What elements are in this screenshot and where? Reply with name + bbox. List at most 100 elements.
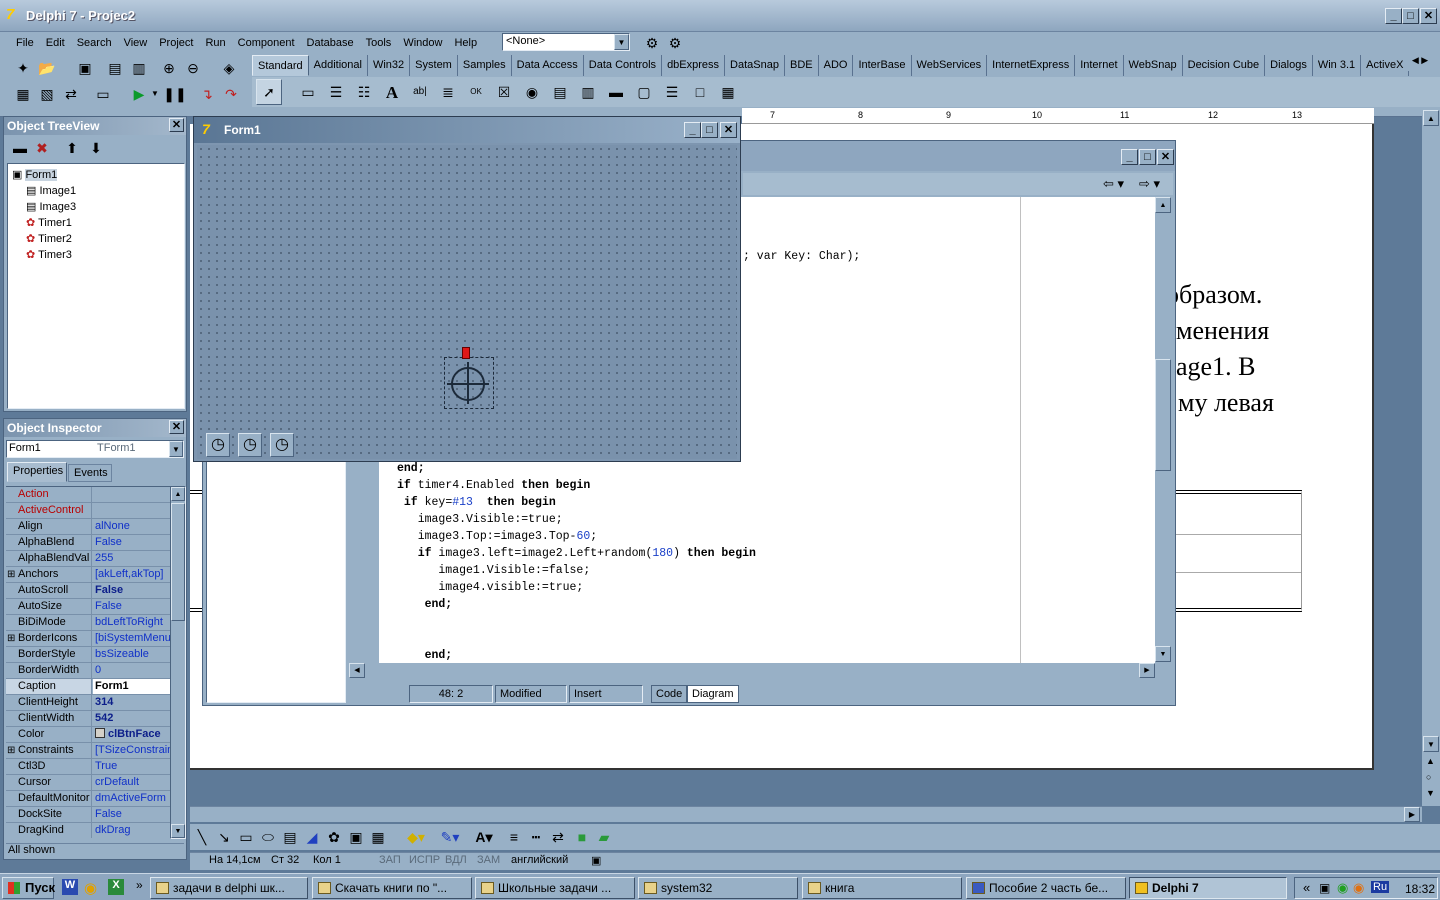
scrollbar-icon[interactable]: ▬	[604, 80, 628, 104]
expand-plus-icon[interactable]: ⊞	[7, 631, 15, 646]
step-over-icon[interactable]: ↷	[220, 84, 242, 104]
save-desktop-icon[interactable]: ⚙	[642, 34, 662, 52]
palette-tab-ado[interactable]: ADO	[818, 55, 854, 76]
scroll-up-icon[interactable]: ▲	[171, 487, 185, 501]
set-debug-desktop-icon[interactable]: ⚙	[665, 34, 685, 52]
property-value[interactable]: crDefault	[93, 775, 172, 790]
editor-tab-diagram[interactable]: Diagram	[687, 685, 739, 703]
form-minimize-button[interactable]: _	[684, 122, 701, 138]
property-value[interactable]: dkDrag	[93, 823, 172, 838]
property-row[interactable]: AlphaBlendVal 255	[6, 551, 172, 567]
view-form-icon[interactable]: ▧	[36, 84, 58, 104]
clipart-tool-icon[interactable]: ▣	[346, 826, 366, 848]
taskbar-item[interactable]: system32	[638, 877, 798, 899]
tree-item[interactable]: ✿ Timer3	[12, 247, 180, 263]
property-row[interactable]: AlphaBlend False	[6, 535, 172, 551]
scroll-down-icon[interactable]: ▼	[171, 824, 185, 838]
maximize-button[interactable]: □	[1402, 8, 1419, 24]
tree-item[interactable]: ▤ Image1	[12, 183, 180, 199]
palette-tab-interbase[interactable]: InterBase	[853, 55, 912, 76]
treeview-close-button[interactable]: ✕	[169, 118, 184, 132]
run-dropdown-icon[interactable]: ▼	[150, 84, 160, 104]
menu-help[interactable]: Help	[448, 37, 483, 49]
open-project-icon[interactable]: ▥	[128, 58, 150, 78]
run-icon[interactable]: ▶	[128, 84, 150, 104]
tree-item[interactable]: ▤ Image3	[12, 199, 180, 215]
scroll-down-icon[interactable]: ▼	[1423, 736, 1439, 752]
property-value[interactable]: False	[93, 535, 172, 550]
property-row[interactable]: Ctl3D True	[6, 759, 172, 775]
remove-file-icon[interactable]: ⊖	[182, 58, 204, 78]
tray-green-icon[interactable]: ◉	[1337, 880, 1348, 896]
timer-component-icon[interactable]: ◷	[206, 433, 230, 457]
property-value[interactable]: False	[93, 807, 172, 822]
property-row[interactable]: ActiveControl	[6, 503, 172, 519]
palette-tab-data-access[interactable]: Data Access	[511, 55, 584, 76]
palette-tab-internet[interactable]: Internet	[1075, 55, 1124, 76]
scroll-left-icon[interactable]: ◀	[349, 663, 365, 678]
taskbar-item[interactable]: Школьные задачи ...	[475, 877, 635, 899]
open-icon[interactable]: 📂	[36, 58, 58, 78]
new-icon[interactable]: ✦	[12, 58, 34, 78]
menu-tools[interactable]: Tools	[360, 37, 398, 49]
menu-run[interactable]: Run	[199, 37, 231, 49]
oval-tool-icon[interactable]: ⬭	[258, 826, 278, 848]
quick-launch-more-icon[interactable]: »	[136, 878, 143, 892]
property-value[interactable]: 0	[93, 663, 172, 678]
palette-tab-dialogs[interactable]: Dialogs	[1265, 55, 1313, 76]
inspector-tab-properties[interactable]: Properties	[7, 462, 67, 482]
tray-expand-icon[interactable]: «	[1303, 880, 1310, 895]
excel-quick-launch-icon[interactable]: X	[108, 879, 124, 895]
menu-search[interactable]: Search	[71, 37, 118, 49]
3d-style-icon[interactable]: ▰	[594, 826, 614, 848]
property-value[interactable]	[93, 487, 172, 502]
scrollbar-thumb[interactable]	[171, 503, 185, 621]
property-value[interactable]: 314	[93, 695, 172, 710]
scroll-down-icon[interactable]: ▼	[1155, 646, 1171, 662]
menu-view[interactable]: View	[118, 37, 154, 49]
property-value[interactable]: 542	[93, 711, 172, 726]
toggle-form-unit-icon[interactable]: ⇄	[60, 84, 82, 104]
palette-tab-websnap[interactable]: WebSnap	[1123, 55, 1183, 76]
tree-item[interactable]: ✿ Timer1	[12, 215, 180, 231]
property-row[interactable]: AutoScroll False	[6, 583, 172, 599]
palette-tab-webservices[interactable]: WebServices	[911, 55, 988, 76]
arrow-tool-icon[interactable]: ↘	[214, 826, 234, 848]
new-form-icon[interactable]: ▭	[92, 84, 114, 104]
scrollbar-thumb[interactable]	[1155, 359, 1171, 471]
line-color-icon[interactable]: ✎▾	[436, 826, 464, 848]
property-value[interactable]: Form1	[93, 679, 172, 694]
dash-style-icon[interactable]: ┅	[526, 826, 546, 848]
language-indicator[interactable]: Ru	[1371, 881, 1390, 893]
wordart-tool-icon[interactable]: ◢	[302, 826, 322, 848]
word-quick-launch-icon[interactable]: W	[62, 879, 78, 895]
menu-window[interactable]: Window	[397, 37, 448, 49]
groupbox-icon[interactable]: ▢	[632, 80, 656, 104]
image-component[interactable]	[444, 357, 494, 409]
radiobutton-icon[interactable]: ◉	[520, 80, 544, 104]
help-icon[interactable]: ◈	[218, 58, 240, 78]
mainmenu-icon[interactable]: ☰	[324, 80, 348, 104]
property-row[interactable]: Caption Form1	[6, 679, 172, 695]
property-row[interactable]: BorderStyle bsSizeable	[6, 647, 172, 663]
menu-component[interactable]: Component	[232, 37, 301, 49]
inspector-close-button[interactable]: ✕	[169, 420, 184, 434]
chevron-down-icon[interactable]: ▼	[614, 34, 629, 50]
palette-tab-bde[interactable]: BDE	[784, 55, 819, 76]
form-maximize-button[interactable]: □	[701, 122, 718, 138]
tree-item[interactable]: ✿ Timer2	[12, 231, 180, 247]
editor-minimize-button[interactable]: _	[1121, 149, 1138, 165]
pointer-tool-icon[interactable]: ➚	[256, 79, 282, 105]
line-tool-icon[interactable]: ╲	[192, 826, 212, 848]
property-row[interactable]: Color clBtnFace	[6, 727, 172, 743]
spelling-book-icon[interactable]: ▣	[588, 853, 604, 869]
property-value[interactable]: [akLeft,akTop]	[93, 567, 172, 582]
taskbar-item-active[interactable]: Delphi 7	[1129, 877, 1287, 899]
rectangle-tool-icon[interactable]: ▭	[236, 826, 256, 848]
property-row[interactable]: ⊞ BorderIcons [biSystemMenu,	[6, 631, 172, 647]
network-icon[interactable]: ▣	[1319, 881, 1330, 895]
diagram-tool-icon[interactable]: ✿	[324, 826, 344, 848]
property-value[interactable]: [biSystemMenu,	[93, 631, 172, 646]
property-value[interactable]: False	[93, 583, 172, 598]
palette-tab-standard[interactable]: Standard	[252, 55, 309, 76]
